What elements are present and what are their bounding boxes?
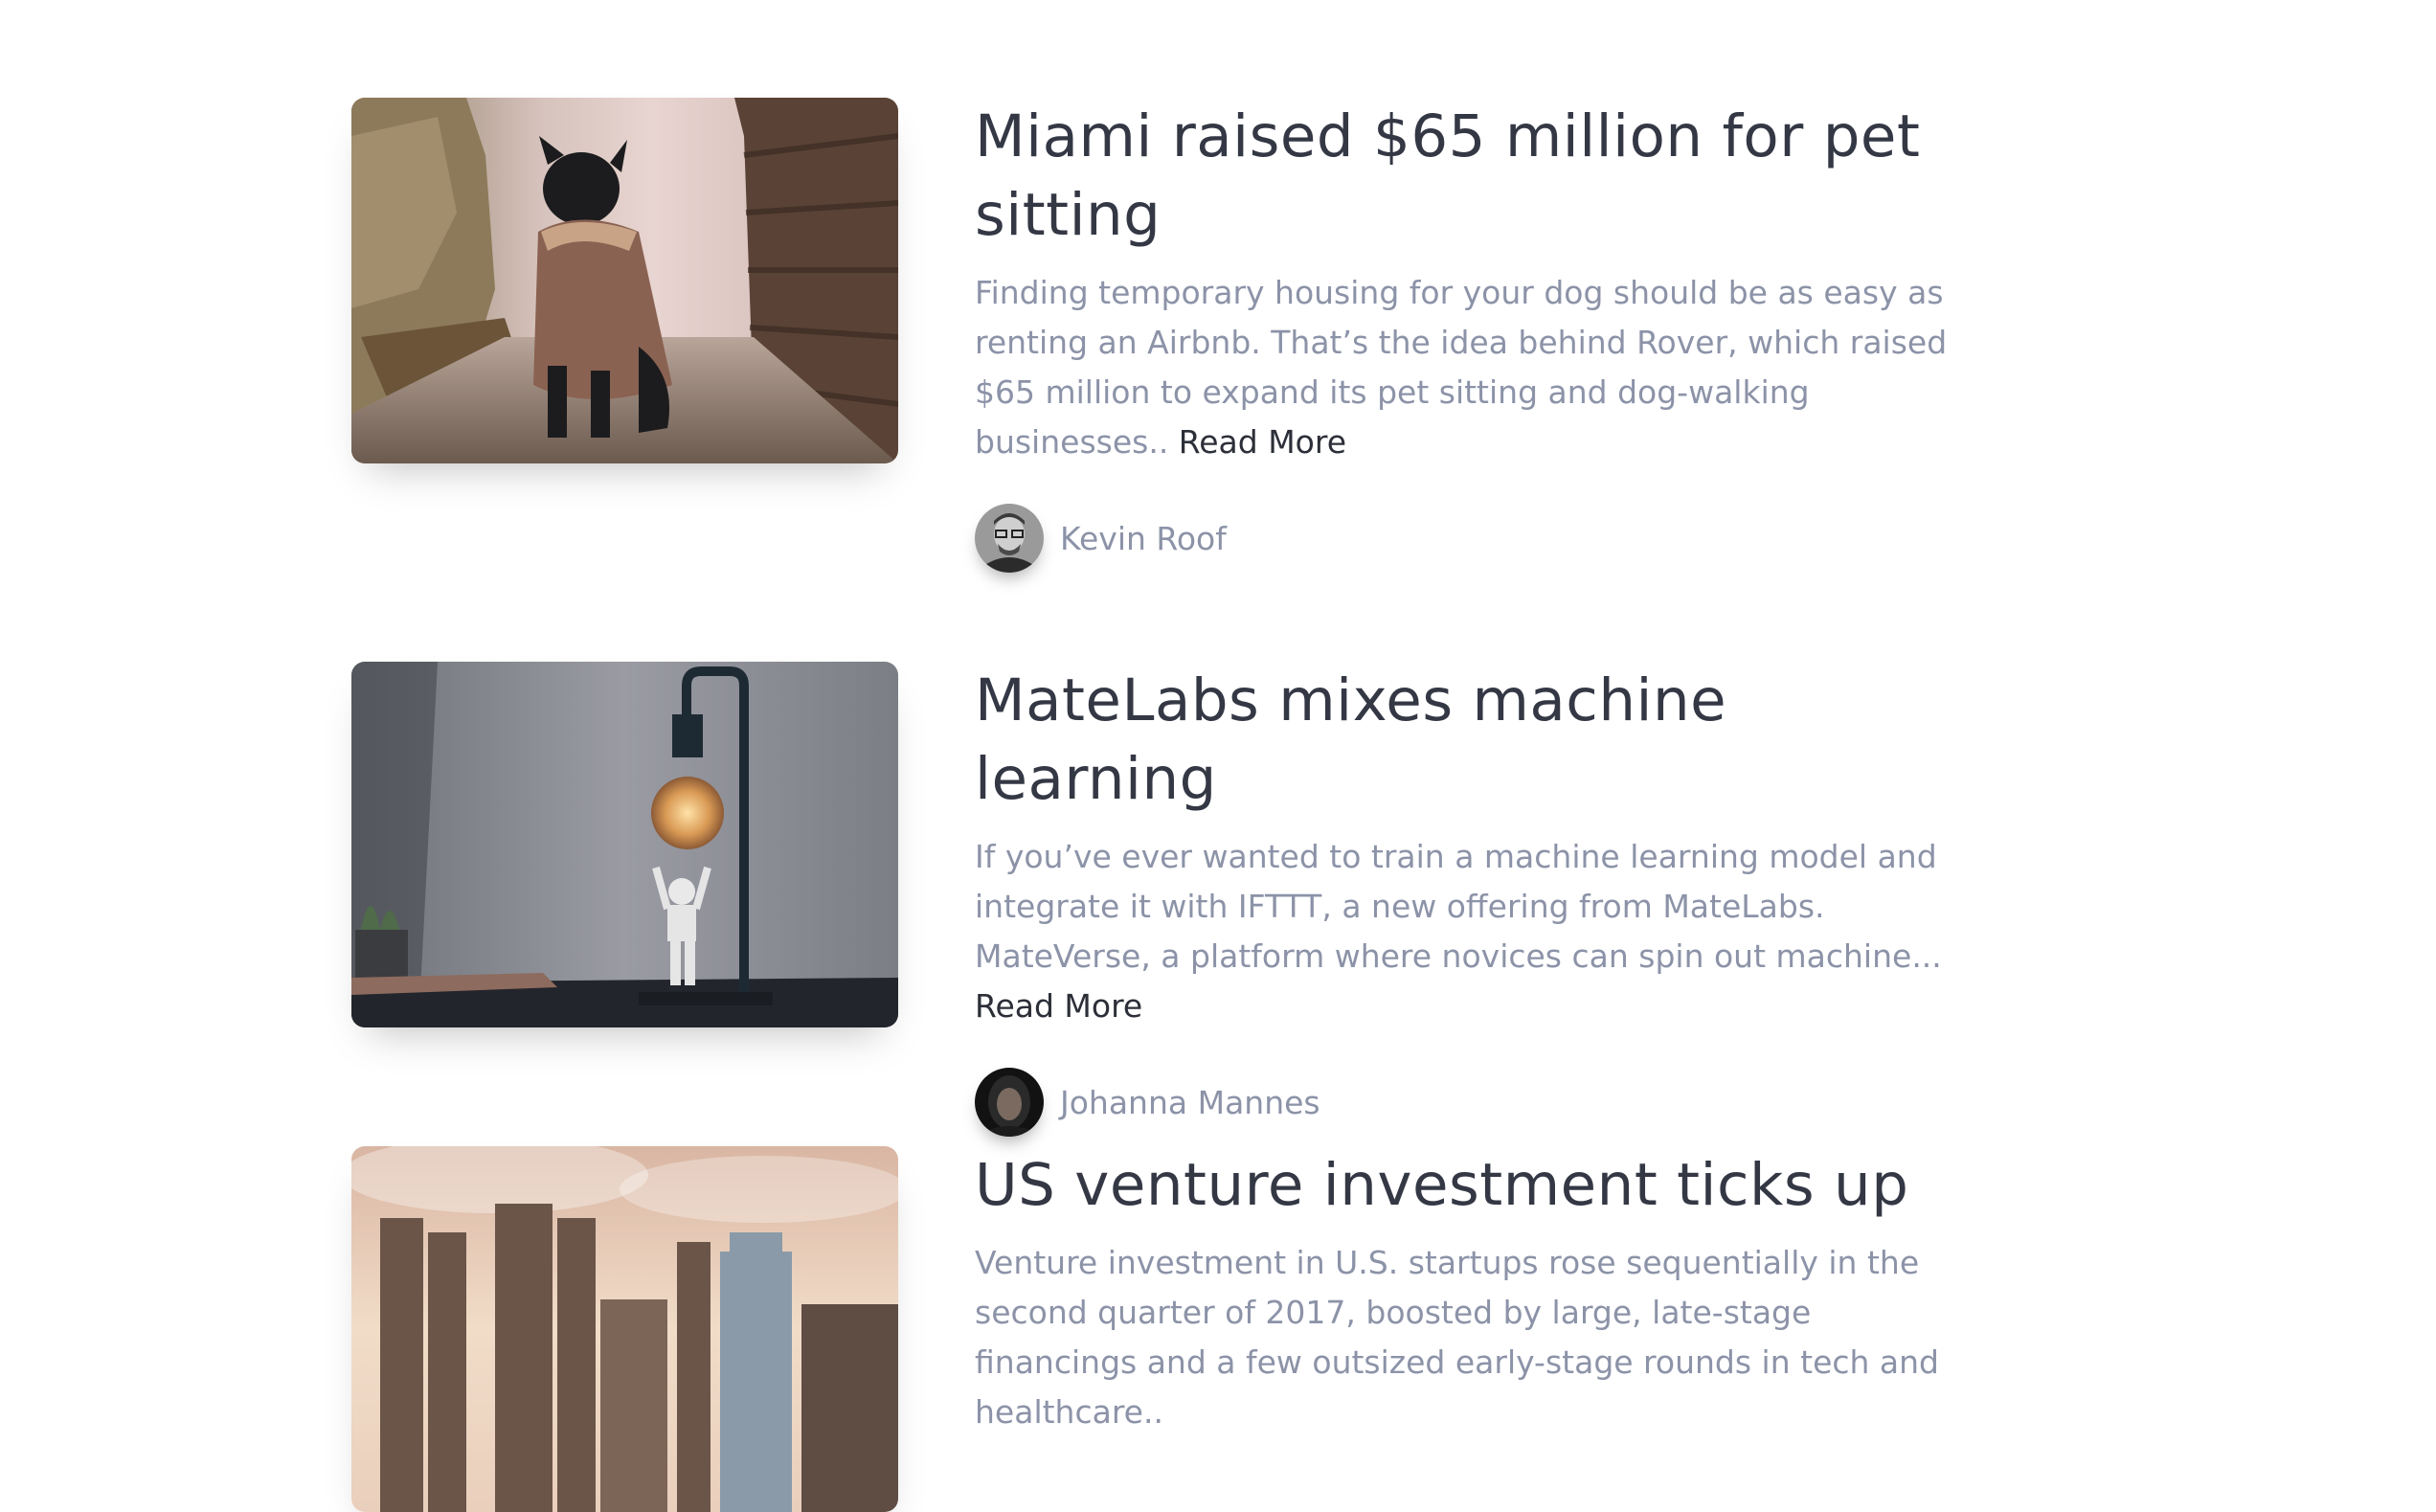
- article-author: Kevin Roof: [975, 504, 1980, 573]
- article-image[interactable]: [351, 98, 898, 463]
- article-title[interactable]: MateLabs mixes machine learning: [975, 662, 1980, 819]
- lamp-stormtrooper-photo: [351, 662, 898, 1027]
- city-skyline-photo: [351, 1146, 898, 1512]
- author-avatar[interactable]: [975, 1068, 1044, 1137]
- article-body: Miami raised $65 million for pet sitting…: [975, 98, 1980, 573]
- read-more-link[interactable]: Read More: [1179, 423, 1346, 461]
- excerpt-text: If you’ve ever wanted to train a machine…: [975, 838, 1942, 975]
- article-title[interactable]: Miami raised $65 million for pet sitting: [975, 98, 1980, 255]
- article-title[interactable]: US venture investment ticks up: [975, 1146, 1980, 1225]
- excerpt-text: Venture investment in U.S. startups rose…: [975, 1244, 1939, 1431]
- dog-in-jacket-photo: [351, 98, 898, 463]
- excerpt-text: Finding temporary housing for your dog s…: [975, 274, 1948, 461]
- article-body: MateLabs mixes machine learning If you’v…: [975, 662, 1980, 1137]
- article-image[interactable]: [351, 662, 898, 1027]
- article-author: Johanna Mannes: [975, 1068, 1980, 1137]
- article-excerpt: Finding temporary housing for your dog s…: [975, 268, 1980, 467]
- woman-avatar: [975, 1068, 1044, 1137]
- read-more-link[interactable]: Read More: [975, 987, 1142, 1025]
- article-image[interactable]: [351, 1146, 898, 1512]
- author-avatar[interactable]: [975, 504, 1044, 573]
- author-name[interactable]: Johanna Mannes: [1060, 1084, 1320, 1121]
- article-excerpt: Venture investment in U.S. startups rose…: [975, 1238, 1980, 1437]
- author-name[interactable]: Kevin Roof: [1060, 520, 1227, 557]
- article-body: US venture investment ticks up Venture i…: [975, 1146, 1980, 1437]
- article-excerpt: If you’ve ever wanted to train a machine…: [975, 832, 1980, 1031]
- man-glasses-avatar: [975, 504, 1044, 573]
